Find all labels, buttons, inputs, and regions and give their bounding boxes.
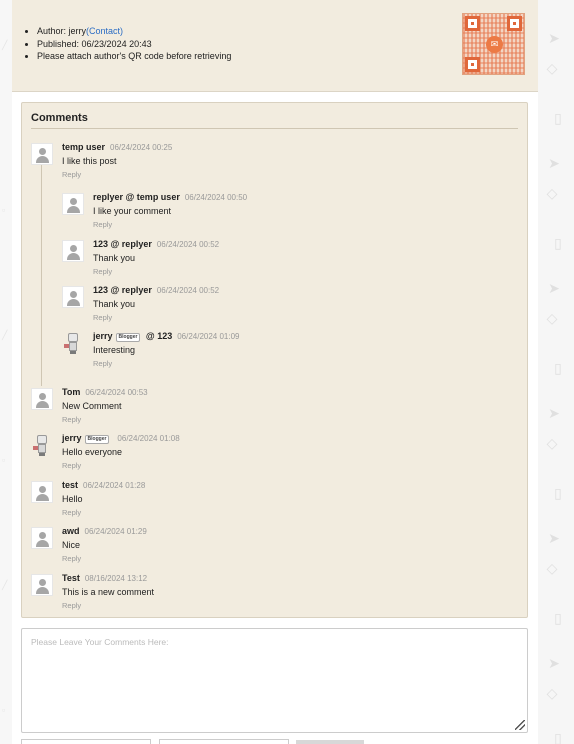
user-avatar-icon [31, 574, 53, 596]
comment-author[interactable]: 123 [93, 285, 108, 295]
comment-date: 06/24/2024 00:52 [156, 240, 220, 249]
comment-text: Interesting [93, 345, 136, 355]
author-line: Author: jerry(Contact) [25, 25, 231, 38]
blogger-badge: Blogger [84, 435, 110, 444]
reply-link[interactable]: Reply [62, 508, 482, 517]
reply-target: @ 123 [143, 331, 173, 341]
user-avatar-icon [31, 481, 53, 503]
comment-date: 06/24/2024 00:50 [184, 193, 248, 202]
resize-grip-icon[interactable] [515, 720, 525, 730]
post-info-list: Author: jerry(Contact) Published: 06/23/… [25, 25, 231, 63]
comment-date: 06/24/2024 01:29 [84, 527, 147, 536]
comment-date: 06/24/2024 00:53 [85, 388, 148, 397]
reply-link[interactable]: Reply [62, 415, 482, 424]
comment-meta: Test 08/16/2024 13:12 [62, 572, 482, 585]
comment-text: This is a new comment [62, 587, 155, 597]
comment-text: Hello everyone [62, 447, 123, 457]
comment-meta: temp user 06/24/2024 00:25 [62, 141, 482, 154]
comment-text: I like your comment [93, 206, 172, 216]
reply-link[interactable]: Reply [93, 313, 513, 322]
comment-meta: 123 @ replyer 06/24/2024 00:52 [93, 284, 513, 297]
user-avatar-icon [62, 193, 84, 215]
email-field[interactable] [159, 739, 289, 744]
submit-button[interactable] [296, 740, 364, 744]
reply-link[interactable]: Reply [62, 554, 482, 563]
background-pattern-right: ➤ ◇ ▯ ➤ ◇ ▯ ➤ ◇ ▯ ➤ ◇ ▯ ➤ ◇ ▯ ➤ ◇ ▯ [538, 0, 574, 744]
comment-author[interactable]: test [62, 480, 78, 490]
user-avatar-icon [31, 527, 53, 549]
post-info-box: Author: jerry(Contact) Published: 06/23/… [12, 0, 538, 92]
comment-author[interactable]: Test [62, 573, 80, 583]
comment-author[interactable]: temp user [62, 142, 105, 152]
user-avatar-icon [31, 388, 53, 410]
reply-link[interactable]: Reply [62, 461, 482, 470]
comment-meta: test 06/24/2024 01:28 [62, 479, 482, 492]
robot-avatar-icon [62, 332, 84, 354]
reply-link[interactable]: Reply [93, 267, 513, 276]
reply-link[interactable]: Reply [93, 220, 513, 229]
comment-meta: jerry Blogger @ 123 06/24/2024 01:09 [93, 330, 513, 343]
comment-date: 06/24/2024 01:08 [117, 434, 180, 443]
comment-meta: awd 06/24/2024 01:29 [62, 525, 482, 538]
comment-text: Thank you [93, 253, 136, 263]
blogger-badge: Blogger [115, 333, 141, 342]
qr-note-line: Please attach author's QR code before re… [25, 50, 231, 63]
comment-text: I like this post [62, 156, 117, 166]
comment-meta: replyer @ temp user 06/24/2024 00:50 [93, 191, 513, 204]
comment-text: Nice [62, 540, 81, 550]
user-avatar-icon [62, 286, 84, 308]
comments-title: Comments [31, 112, 518, 129]
comment-text: New Comment [62, 401, 122, 411]
comment-meta: Tom 06/24/2024 00:53 [62, 386, 482, 399]
comment-author[interactable]: replyer [93, 192, 123, 202]
robot-avatar-icon [31, 434, 53, 456]
comment-author[interactable]: jerry [62, 433, 82, 443]
comment-date: 06/24/2024 00:52 [156, 286, 220, 295]
background-pattern-left: ╱ ▫ ╱ ▫ ╱ ▫ [0, 0, 12, 744]
reply-link[interactable]: Reply [93, 359, 513, 368]
user-avatar-icon [62, 240, 84, 262]
comment-meta: 123 @ replyer 06/24/2024 00:52 [93, 238, 513, 251]
published-line: Published: 06/23/2024 20:43 [25, 38, 231, 51]
thread-line [41, 160, 42, 386]
reply-link[interactable]: Reply [62, 170, 482, 179]
comment-author[interactable]: awd [62, 526, 80, 536]
reply-target: @ temp user [123, 192, 180, 202]
comment-date: 06/24/2024 00:25 [110, 143, 173, 152]
comment-author[interactable]: jerry [93, 331, 113, 341]
comment-meta: jerry Blogger 06/24/2024 01:08 [62, 432, 482, 445]
comment-date: 06/24/2024 01:28 [83, 481, 146, 490]
comment-text: Thank you [93, 299, 136, 309]
reply-link[interactable]: Reply [62, 601, 482, 610]
comment-author[interactable]: Tom [62, 387, 80, 397]
contact-link[interactable]: (Contact) [86, 26, 123, 36]
user-avatar-icon [31, 143, 53, 165]
name-field[interactable] [21, 739, 151, 744]
comment-date: 06/24/2024 01:09 [177, 332, 240, 341]
reply-target: @ replyer [108, 285, 152, 295]
comment-author[interactable]: 123 [93, 239, 108, 249]
comment-input[interactable] [21, 628, 528, 733]
comments-section: Comments temp user 06/24/2024 00:25 I like… [21, 102, 528, 618]
comment-date: 08/16/2024 13:12 [84, 574, 148, 583]
reply-target: @ replyer [108, 239, 152, 249]
author-label: Author: jerry [37, 26, 87, 36]
qr-code-icon: ✉ [462, 13, 525, 75]
comment-text: Hello [62, 494, 83, 504]
post-main-column: Author: jerry(Contact) Published: 06/23/… [12, 0, 538, 744]
